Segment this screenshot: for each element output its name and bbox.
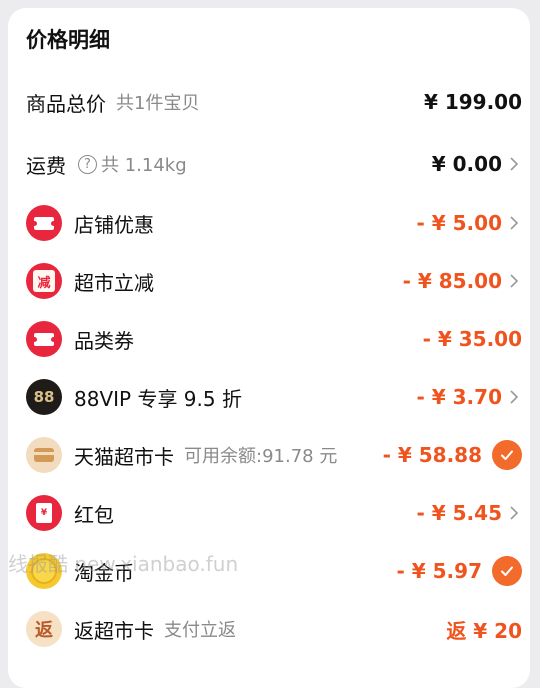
shipping-amount: ¥ 0.00	[431, 152, 502, 176]
total-label: 商品总价	[26, 91, 106, 116]
checkmark-icon[interactable]	[492, 440, 522, 470]
card-icon	[26, 437, 62, 473]
help-icon[interactable]: ?	[78, 154, 97, 174]
taojinbi-amount: - ¥ 5.97	[396, 559, 483, 583]
supermarket-discount-amount: - ¥ 85.00	[402, 269, 502, 293]
category-coupon-label: 品类券	[74, 328, 134, 353]
vip-amount: - ¥ 3.70	[416, 385, 503, 409]
tmall-card-label: 天猫超市卡	[74, 444, 174, 469]
rebate-icon: 返	[26, 611, 62, 647]
chevron-right-icon[interactable]	[504, 503, 524, 523]
total-count: 共1件宝贝	[116, 93, 200, 114]
taojinbi-label: 淘金币	[74, 560, 134, 585]
row-shipping[interactable]: 运费 ? 共 1.14kg ¥ 0.00	[26, 144, 522, 184]
chevron-right-icon[interactable]	[504, 271, 524, 291]
red-packet-amount: - ¥ 5.45	[416, 501, 503, 525]
price-detail-card: 价格明细 商品总价 共1件宝贝 ¥ 199.00 运费 ? 共 1.14kg ¥…	[8, 8, 530, 688]
rebate-card-amount: 返 ¥ 20	[446, 618, 522, 643]
chevron-right-icon[interactable]	[504, 387, 524, 407]
taojinbi-amount-wrap: - ¥ 5.97	[396, 551, 522, 591]
chevron-right-icon[interactable]	[504, 213, 524, 233]
checkmark-icon[interactable]	[492, 556, 522, 586]
gold-coin-icon	[26, 553, 62, 589]
row-tmall-card[interactable]: 天猫超市卡 可用余额:91.78 元 - ¥ 58.88	[26, 435, 522, 475]
row-supermarket-discount[interactable]: 减 超市立减 - ¥ 85.00	[26, 261, 522, 301]
tmall-card-balance: 可用余额:91.78 元	[184, 446, 338, 467]
category-coupon-amount: - ¥ 35.00	[422, 327, 522, 351]
red-packet-label: 红包	[74, 502, 114, 527]
row-store-discount[interactable]: 店铺优惠 - ¥ 5.00	[26, 203, 522, 243]
supermarket-discount-label: 超市立减	[74, 270, 154, 295]
store-discount-amount: - ¥ 5.00	[416, 211, 503, 235]
row-category-coupon: 品类券 - ¥ 35.00	[26, 319, 522, 359]
row-88vip[interactable]: 88 88VIP 专享 9.5 折 - ¥ 3.70	[26, 377, 522, 417]
page-title: 价格明细	[26, 28, 110, 52]
tmall-card-amount-wrap: - ¥ 58.88	[383, 435, 522, 475]
tmall-card-amount: - ¥ 58.88	[382, 443, 482, 467]
row-rebate-card: 返 返超市卡 支付立返 返 ¥ 20	[26, 609, 522, 649]
discount-icon: 减	[26, 263, 62, 299]
total-amount: ¥ 199.00	[423, 90, 522, 114]
row-taojinbi[interactable]: 淘金币 - ¥ 5.97	[26, 551, 522, 591]
red-packet-icon: ¥	[26, 495, 62, 531]
vip-label: 88VIP 专享 9.5 折	[74, 386, 242, 411]
chevron-right-icon[interactable]	[504, 154, 524, 174]
row-total: 商品总价 共1件宝贝 ¥ 199.00	[26, 82, 522, 122]
coupon-icon	[26, 321, 62, 357]
coupon-icon	[26, 205, 62, 241]
vip-88-icon: 88	[26, 379, 62, 415]
row-red-packet[interactable]: ¥ 红包 - ¥ 5.45	[26, 493, 522, 533]
rebate-card-note: 支付立返	[164, 620, 236, 641]
rebate-card-label: 返超市卡	[74, 618, 154, 643]
shipping-weight: 共 1.14kg	[101, 155, 187, 176]
shipping-label: 运费	[26, 153, 66, 178]
store-discount-label: 店铺优惠	[74, 212, 154, 237]
